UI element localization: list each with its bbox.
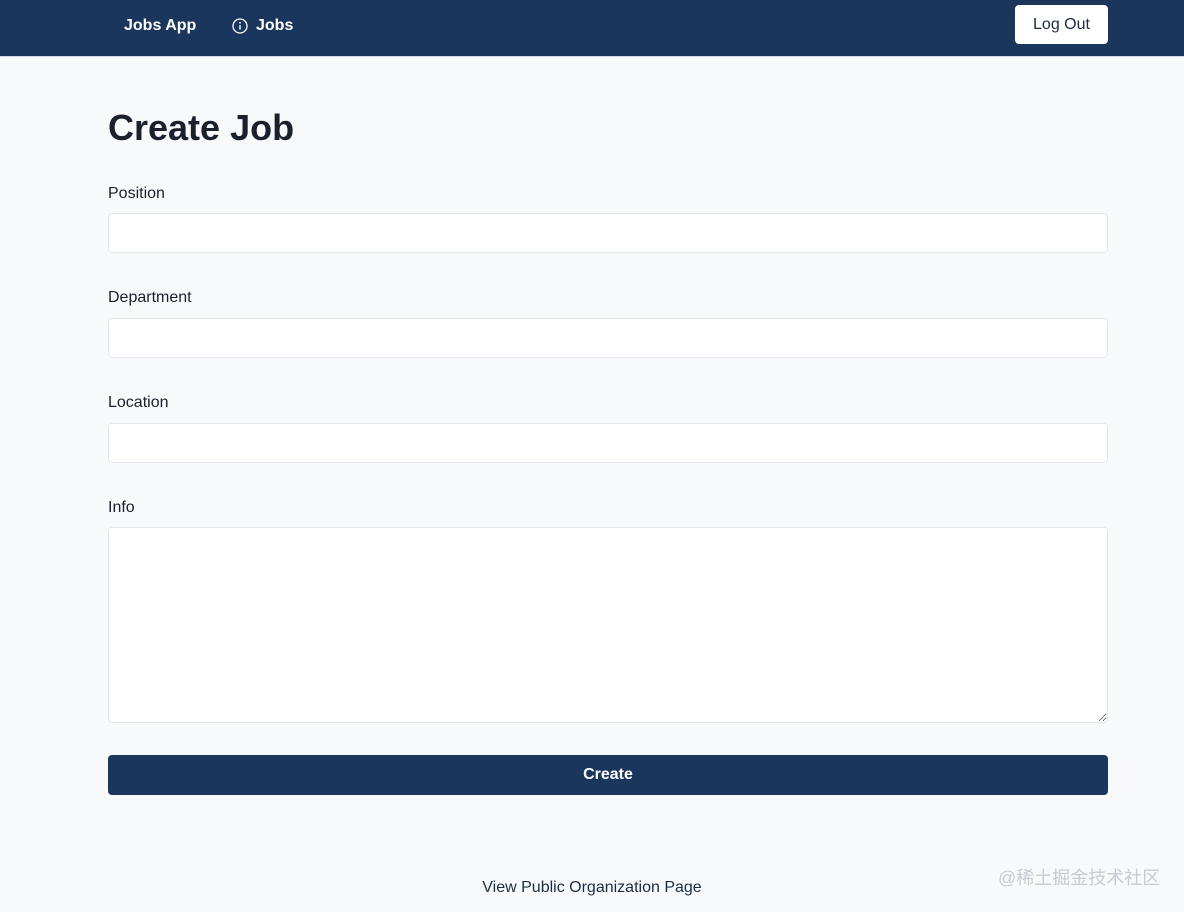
- position-input[interactable]: [108, 213, 1108, 253]
- nav-link-jobs[interactable]: Jobs: [232, 16, 293, 36]
- location-label: Location: [108, 394, 169, 411]
- page-title: Create Job: [108, 107, 295, 148]
- nav-link-jobs-label: Jobs: [256, 17, 294, 34]
- info-textarea[interactable]: [108, 527, 1108, 723]
- brand-link[interactable]: Jobs App: [124, 16, 196, 36]
- create-button[interactable]: Create: [108, 755, 1108, 795]
- info-label: Info: [108, 499, 135, 516]
- info-circle-icon: [232, 18, 248, 34]
- department-input[interactable]: [108, 318, 1108, 358]
- logout-button[interactable]: Log Out: [1015, 5, 1108, 44]
- location-input[interactable]: [108, 423, 1108, 463]
- department-label: Department: [108, 289, 192, 306]
- position-label: Position: [108, 185, 165, 202]
- top-navbar: Jobs App Jobs Log Out: [0, 0, 1184, 57]
- watermark: @稀土掘金技术社区: [998, 868, 1161, 888]
